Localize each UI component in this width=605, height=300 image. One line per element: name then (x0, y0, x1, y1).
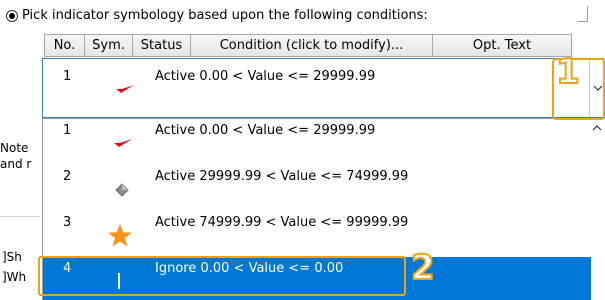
combo-status: Active (155, 69, 196, 84)
list-item-condition-text: Active 29999.99 < Value <= 74999.99 (155, 169, 408, 184)
background-divider (0, 216, 40, 217)
background-note-text: Note (0, 141, 29, 155)
orange-star-icon (107, 223, 133, 252)
list-item-condition: 74999.99 < Value <= 99999.99 (199, 215, 409, 230)
column-header-sym[interactable]: Sym. (84, 34, 132, 57)
column-header-status[interactable]: Status (132, 34, 190, 57)
symbology-radio-row[interactable]: Pick indicator symbology based upon the … (6, 8, 428, 23)
column-header-no[interactable]: No. (44, 34, 84, 57)
combo-condition-text: Active 0.00 < Value <= 29999.99 (155, 69, 375, 84)
list-item-status: Active (155, 169, 196, 184)
chevron-up-icon (592, 124, 602, 130)
radio-label: Pick indicator symbology based upon the … (22, 8, 428, 23)
list-item-status: Active (155, 123, 196, 138)
background-checkbox-sh: ]Sh (2, 250, 22, 264)
list-item[interactable]: 1 Active 0.00 < Value <= 29999.99 (43, 119, 591, 163)
combo-condition: 0.00 < Value <= 29999.99 (199, 69, 376, 84)
background-checkbox-wh: ]Wh (2, 270, 27, 284)
list-item-number: 2 (63, 169, 72, 184)
red-check-icon (115, 83, 135, 99)
callout-number-2: 2 (410, 247, 436, 289)
background-and-text: and r (0, 157, 32, 171)
column-header-condition[interactable]: Condition (click to modify)... (190, 34, 432, 57)
list-item-number: 1 (63, 123, 72, 138)
condition-combo[interactable]: 1 Active 0.00 < Value <= 29999.99 (42, 58, 604, 118)
list-item[interactable]: 3 Active 74999.99 < Value <= 99999.99 (43, 211, 591, 255)
radio-button-selected[interactable] (6, 9, 18, 22)
table-header: No. Sym. Status Condition (click to modi… (44, 34, 572, 57)
list-item-condition: 29999.99 < Value <= 74999.99 (199, 169, 409, 184)
column-header-opt-text[interactable]: Opt. Text (432, 34, 572, 57)
callout-box-2 (38, 256, 406, 296)
callout-number-1: 1 (555, 51, 581, 93)
list-item-status: Active (155, 215, 196, 230)
panel-corner-edge (578, 6, 588, 22)
list-item-condition-text: Active 0.00 < Value <= 29999.99 (155, 123, 375, 138)
list-item-condition: 0.00 < Value <= 29999.99 (199, 123, 376, 138)
list-item-condition-text: Active 74999.99 < Value <= 99999.99 (155, 215, 408, 230)
scroll-up-button[interactable] (591, 122, 603, 132)
list-item-number: 3 (63, 215, 72, 230)
gray-diamond-icon (115, 183, 129, 201)
list-item[interactable]: 2 Active 29999.99 < Value <= 74999.99 (43, 165, 591, 209)
combo-row-number: 1 (63, 69, 72, 84)
red-check-icon (113, 137, 133, 153)
